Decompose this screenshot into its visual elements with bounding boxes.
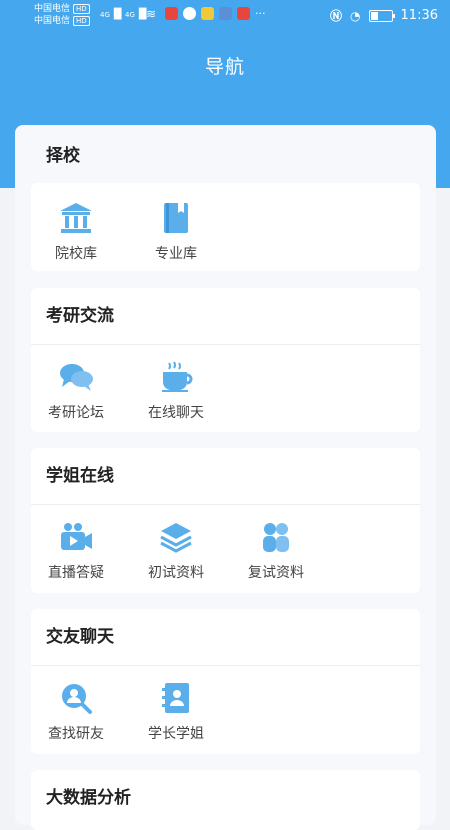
item-label: 查找研友	[48, 726, 104, 742]
bank-icon	[58, 201, 94, 235]
item-live-qa[interactable]: 直播答疑	[31, 520, 121, 582]
item-find-study-buddy[interactable]: 查找研友	[31, 681, 121, 743]
section-friends-chat: 交友聊天 查找研友 学长学姐	[31, 609, 420, 754]
chat-bubbles-icon	[58, 360, 94, 394]
status-bar: 中国电信 HD 中国电信 HD 4G▐▌ 4G▐▌ ≋ ··· Ⓝ ◔ 11:36	[0, 0, 450, 34]
item-school-library[interactable]: 院校库	[31, 201, 121, 263]
section-title: 交友聊天	[46, 627, 114, 647]
section-title: 大数据分析	[46, 788, 131, 808]
item-online-chat[interactable]: 在线聊天	[131, 360, 221, 422]
item-label: 院校库	[55, 246, 97, 262]
clock-time: 11:36	[400, 8, 438, 23]
section-title: 择校	[46, 146, 80, 166]
nfc-icon: Ⓝ	[330, 9, 343, 23]
carrier-2: 中国电信 HD	[34, 16, 90, 26]
video-camera-icon	[58, 520, 94, 554]
item-label: 专业库	[155, 246, 197, 262]
battery-icon	[368, 9, 395, 22]
item-senior-students[interactable]: 学长学姐	[131, 681, 221, 743]
item-label: 直播答疑	[48, 565, 104, 581]
divider	[31, 344, 420, 345]
coffee-cup-icon	[158, 360, 194, 394]
people-icon	[258, 520, 294, 554]
divider	[31, 665, 420, 666]
section-big-data: 大数据分析	[31, 770, 420, 830]
item-label: 复试资料	[248, 565, 304, 581]
section-school-choice: 院校库 专业库	[31, 183, 420, 271]
contacts-book-icon	[158, 681, 194, 715]
divider	[31, 504, 420, 505]
layers-icon	[158, 520, 194, 554]
status-right: Ⓝ ◔ 11:36	[330, 7, 438, 24]
user-search-icon	[58, 681, 94, 715]
item-label: 初试资料	[148, 565, 204, 581]
item-prelim-materials[interactable]: 初试资料	[131, 520, 221, 582]
item-label: 学长学姐	[148, 726, 204, 742]
carrier-1: 中国电信 HD	[34, 4, 90, 14]
page-title: 导航	[204, 56, 245, 78]
item-exam-forum[interactable]: 考研论坛	[31, 360, 121, 422]
data-saver-icon: ◔	[350, 8, 361, 23]
app-notification-icon	[201, 7, 214, 20]
notification-icons: ≋ ···	[146, 7, 273, 21]
section-title: 考研交流	[46, 306, 114, 326]
more-icon: ···	[255, 7, 266, 20]
app-notification-icon	[219, 7, 232, 20]
app-notification-icon	[237, 7, 250, 20]
section-title: 学姐在线	[46, 466, 114, 486]
item-major-library[interactable]: 专业库	[131, 201, 221, 263]
signal-icon: 4G▐▌	[100, 9, 126, 20]
app-notification-icon	[165, 7, 178, 20]
message-icon	[183, 7, 196, 20]
wifi-icon: ≋	[146, 7, 157, 21]
section-exam-exchange: 考研交流 考研论坛 在线聊天	[31, 288, 420, 432]
section-senior-online: 学姐在线 直播答疑 初试资料 复试资料	[31, 448, 420, 593]
book-icon	[158, 201, 194, 235]
item-label: 在线聊天	[148, 405, 204, 421]
item-label: 考研论坛	[48, 405, 104, 421]
item-retest-materials[interactable]: 复试资料	[231, 520, 321, 582]
